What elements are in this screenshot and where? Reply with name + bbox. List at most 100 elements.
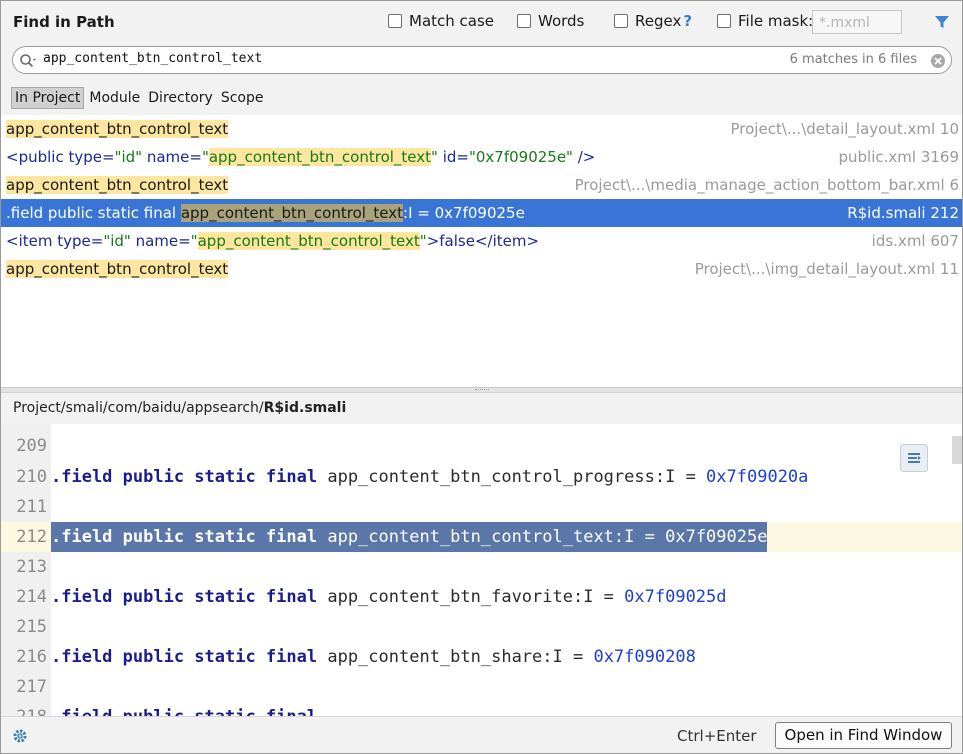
file-mask-input[interactable]: *.mxml	[812, 10, 902, 34]
words-option[interactable]: Words	[517, 12, 584, 30]
result-row[interactable]: app_content_btn_control_text Project\...…	[1, 255, 962, 283]
code-identifier: app_content_btn_control_text:I =	[317, 527, 666, 547]
result-location: Project\...\media_manage_action_bottom_b…	[574, 176, 959, 194]
code-number: 0x7f09025e	[665, 527, 768, 547]
match-highlight: app_content_btn_control_text	[6, 260, 229, 278]
clear-icon[interactable]	[930, 53, 946, 69]
code-number: 0x7f09020a	[706, 467, 809, 487]
code-selection: .field public static final app_content_b…	[51, 522, 768, 552]
tab-in-project[interactable]: In Project	[11, 87, 85, 109]
xml-tag: <item	[6, 232, 58, 250]
code-identifier: app_content_btn_favorite:I =	[317, 587, 625, 607]
xml-string: "0x7f09025e"	[468, 148, 573, 166]
xml-string: "	[201, 148, 209, 166]
match-highlight: app_content_btn_control_text	[6, 176, 229, 194]
gear-icon[interactable]	[12, 728, 28, 744]
results-list: app_content_btn_control_text Project\...…	[1, 115, 962, 387]
code-keyword: .field public static final	[51, 587, 318, 607]
code-keyword: .field public static final	[51, 707, 317, 716]
tab-module[interactable]: Module	[86, 88, 143, 108]
editor-options-icon	[908, 453, 921, 463]
line-number: 215	[16, 617, 47, 637]
search-icon[interactable]	[19, 53, 39, 69]
result-location: public.xml 3169	[838, 148, 960, 166]
filter-icon[interactable]	[934, 14, 950, 30]
code-line: 218 .field public static final	[1, 702, 962, 716]
code-line: 210 .field public static final app_conte…	[1, 462, 962, 492]
regex-label: Regex	[635, 12, 682, 30]
xml-attr: name=	[130, 232, 191, 250]
code-line: 217	[1, 672, 962, 702]
result-location: Project\...\img_detail_layout.xml 11	[694, 260, 959, 278]
result-row[interactable]: app_content_btn_control_text Project\...…	[1, 171, 962, 199]
regex-checkbox[interactable]	[614, 14, 628, 28]
xml-string: "	[419, 232, 427, 250]
xml-attr: id=	[437, 148, 469, 166]
line-number: 213	[16, 557, 47, 577]
line-number: 210	[16, 467, 47, 487]
xml-tag: >false</item>	[426, 232, 540, 250]
xml-attr: type=	[57, 232, 104, 250]
xml-tag: />	[572, 148, 596, 166]
code-keyword: .field public static final	[51, 467, 318, 487]
code-identifier: app_content_btn_share:I =	[317, 647, 594, 667]
tab-scope[interactable]: Scope	[218, 88, 267, 108]
dialog-header: Find in Path Match case Words Regex ? Fi…	[1, 1, 962, 45]
match-case-checkbox[interactable]	[388, 14, 402, 28]
file-path-bar: Project/smali/com/baidu/appsearch/R$id.s…	[1, 394, 962, 424]
words-checkbox[interactable]	[517, 14, 531, 28]
file-mask-label: File mask:	[738, 12, 814, 30]
dialog-title: Find in Path	[13, 13, 115, 31]
result-row-selected[interactable]: .field public static final app_content_b…	[1, 199, 962, 227]
file-mask-option[interactable]: File mask:	[717, 12, 813, 30]
result-row[interactable]: <public type="id" name="app_content_btn_…	[1, 143, 962, 171]
regex-help-link[interactable]: ?	[683, 12, 692, 30]
words-label: Words	[538, 12, 585, 30]
code-number: 0x7f090208	[593, 647, 696, 667]
regex-option[interactable]: Regex ?	[614, 12, 692, 30]
splitter-grip[interactable]	[475, 389, 489, 392]
line-number: 211	[16, 497, 47, 517]
xml-attr: name=	[142, 148, 202, 166]
xml-string: "	[431, 148, 438, 166]
code-line: 209	[1, 431, 962, 461]
line-number: 212	[1, 522, 51, 552]
tab-directory[interactable]: Directory	[145, 88, 216, 108]
code-line: 211	[1, 492, 962, 522]
open-in-find-window-button[interactable]: Open in Find Window	[775, 722, 952, 749]
code-line: 215	[1, 612, 962, 642]
search-input[interactable]: app_content_btn_control_text	[43, 51, 262, 66]
result-location: R$id.smali 212	[847, 204, 959, 222]
match-case-option[interactable]: Match case	[388, 12, 494, 30]
match-case-label: Match case	[409, 12, 495, 30]
result-row[interactable]: <item type="id" name="app_content_btn_co…	[1, 227, 962, 255]
result-suffix: :I = 0x7f09025e	[403, 204, 525, 222]
panel-splitter[interactable]	[1, 387, 962, 393]
file-path-name: R$id.smali	[263, 400, 347, 416]
xml-tag: <public	[6, 148, 69, 166]
preview-editor[interactable]: 209 210 .field public static final app_c…	[1, 424, 962, 716]
result-location: ids.xml 607	[871, 232, 959, 250]
line-number: 214	[16, 587, 47, 607]
dialog-footer: Ctrl+Enter Open in Find Window	[1, 716, 962, 753]
search-field[interactable]: app_content_btn_control_text 6 matches i…	[12, 46, 952, 74]
code-line: 214 .field public static final app_conte…	[1, 582, 962, 612]
result-row[interactable]: app_content_btn_control_text Project\...…	[1, 115, 962, 143]
code-keyword: .field public static final	[51, 527, 318, 547]
code-line: 213	[1, 552, 962, 582]
match-highlight: app_content_btn_control_text	[180, 204, 404, 222]
code-line-current: 212 .field public static final app_conte…	[1, 522, 962, 552]
match-highlight: app_content_btn_control_text	[6, 120, 229, 138]
file-mask-checkbox[interactable]	[717, 14, 731, 28]
match-highlight: app_content_btn_control_text	[197, 232, 420, 250]
editor-scrollbar[interactable]	[952, 436, 962, 464]
xml-string: "id"	[103, 232, 131, 250]
editor-settings-button[interactable]	[900, 444, 928, 472]
match-count: 6 matches in 6 files	[789, 52, 917, 67]
line-number: 209	[16, 436, 47, 456]
code-keyword: .field public static final	[51, 647, 318, 667]
scope-tabs: In Project Module Directory Scope	[11, 87, 268, 109]
result-prefix: .field public static final	[6, 204, 181, 222]
xml-string: "	[190, 232, 198, 250]
xml-string: "id"	[114, 148, 143, 166]
